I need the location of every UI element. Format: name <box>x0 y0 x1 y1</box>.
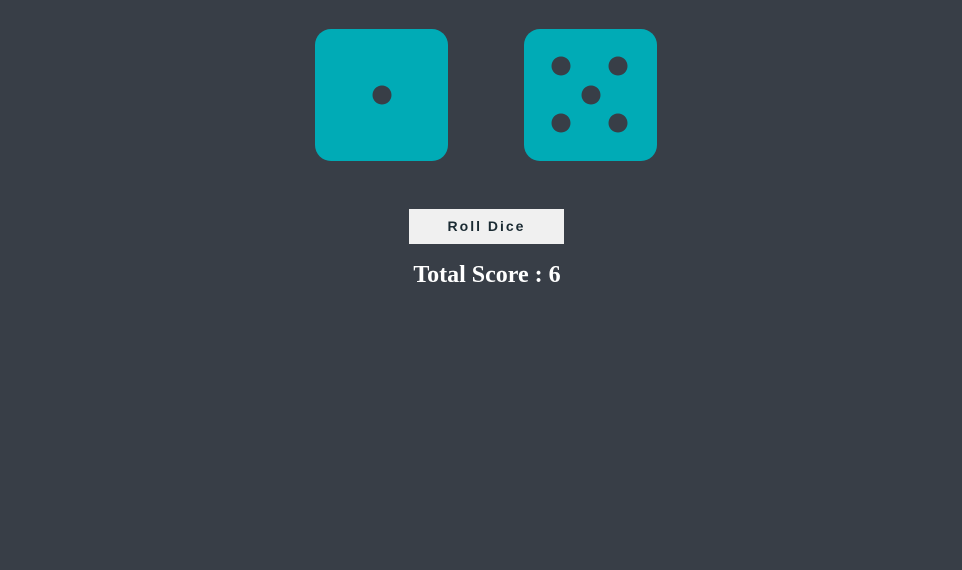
die-left <box>315 29 448 161</box>
die-pip <box>551 56 571 76</box>
dice-game-stage: Roll Dice Total Score : 6 <box>0 0 962 570</box>
die-pip <box>608 56 628 76</box>
total-score-label: Total Score <box>413 262 529 288</box>
total-score: Total Score : 6 <box>0 262 962 289</box>
die-right <box>524 29 657 161</box>
die-pip <box>551 113 571 133</box>
die-pip <box>608 113 628 133</box>
die-pip <box>581 85 600 105</box>
die-pip <box>372 85 391 105</box>
roll-dice-button[interactable]: Roll Dice <box>409 209 564 244</box>
total-score-value: 6 <box>548 262 561 288</box>
total-score-separator: : <box>528 262 549 288</box>
